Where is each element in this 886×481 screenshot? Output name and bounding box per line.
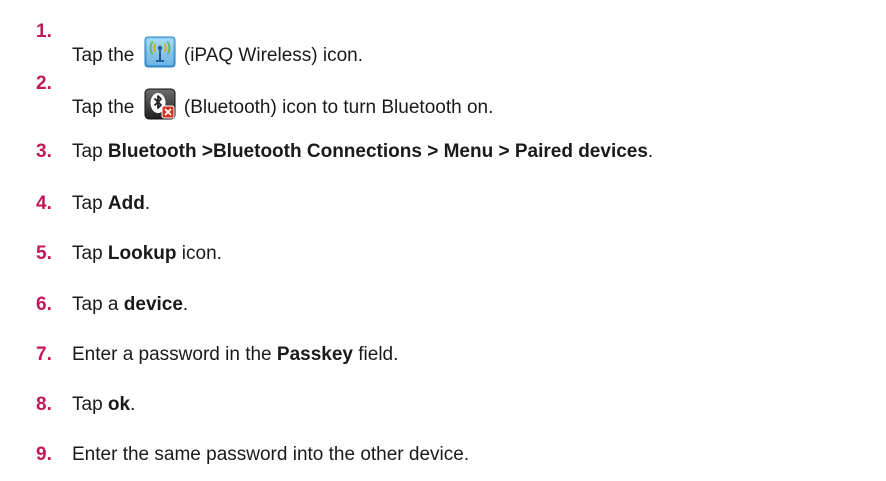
step-text-pre: Tap — [72, 243, 108, 264]
step-text: Tap ok. — [72, 393, 135, 417]
step-text-bold: Add — [107, 193, 145, 214]
step-text: Enter a password in the Passkey field. — [72, 343, 398, 367]
step-text-post: (iPAQ Wireless) icon. — [178, 45, 364, 66]
step-text-pre: Enter a password in the — [72, 344, 277, 365]
instruction-steps: 1. Tap the (iPAQ Wireless) icon. 2. Tap … — [0, 0, 886, 472]
step-text-pre: Tap the — [72, 45, 140, 66]
step-text-pre: Tap the — [72, 97, 140, 118]
step-number: 1. — [36, 21, 52, 42]
step-text-post: . — [144, 193, 151, 214]
step-text-bold: Passkey — [276, 344, 353, 365]
step-number: 8. — [36, 394, 52, 415]
step-9: 9. Enter the same password into the othe… — [0, 441, 886, 481]
step-text: Tap Lookup icon. — [72, 242, 222, 266]
step-2: 2. Tap the (Bluetooth) icon to turn Blue… — [0, 73, 886, 120]
step-7: 7. Enter a password in the Passkey field… — [0, 341, 886, 381]
step-text: Tap a device. — [72, 293, 188, 317]
bluetooth-icon — [144, 88, 176, 120]
step-number: 6. — [36, 294, 52, 315]
step-text-post: icon. — [176, 243, 222, 264]
step-6: 6. Tap a device. — [0, 291, 886, 331]
step-text-bold: device — [123, 294, 183, 315]
step-number: 7. — [36, 344, 52, 365]
step-text-pre: Tap — [72, 141, 108, 162]
step-text-pre: Tap a — [72, 294, 124, 315]
step-text-post: . — [647, 141, 654, 162]
step-text: Tap Add. — [72, 192, 150, 216]
step-text-post: (Bluetooth) icon to turn Bluetooth on. — [178, 97, 494, 118]
step-text: Tap Bluetooth >Bluetooth Connections > M… — [72, 140, 653, 164]
step-number: 4. — [36, 193, 52, 214]
step-number: 3. — [36, 141, 52, 162]
step-text-bold: ok — [107, 394, 131, 415]
step-1: 1. Tap the (iPAQ Wireless) icon. — [0, 21, 886, 68]
ipaq-wireless-icon — [144, 36, 176, 68]
step-text: Tap the (Bluetooth) icon to turn Bluetoo… — [72, 88, 493, 120]
step-text-bold: Lookup — [107, 243, 177, 264]
step-text-pre: Enter the same password into the other d… — [72, 444, 470, 465]
step-text-post: . — [130, 394, 136, 415]
step-text-post: field. — [352, 344, 399, 365]
step-number: 5. — [36, 243, 52, 264]
step-text: Tap the (iPAQ Wireless) icon. — [72, 36, 363, 68]
step-number: 9. — [36, 444, 52, 465]
step-text: Enter the same password into the other d… — [72, 443, 469, 467]
step-text-pre: Tap — [72, 394, 108, 415]
step-3: 3. Tap Bluetooth >Bluetooth Connections … — [0, 138, 886, 178]
step-8: 8. Tap ok. — [0, 391, 886, 431]
step-text-bold: Bluetooth >Bluetooth Connections > Menu … — [107, 141, 648, 162]
step-text-post: . — [182, 294, 189, 315]
step-4: 4. Tap Add. — [0, 190, 886, 230]
step-text-pre: Tap — [72, 193, 108, 214]
step-number: 2. — [36, 73, 52, 94]
step-5: 5. Tap Lookup icon. — [0, 240, 886, 280]
